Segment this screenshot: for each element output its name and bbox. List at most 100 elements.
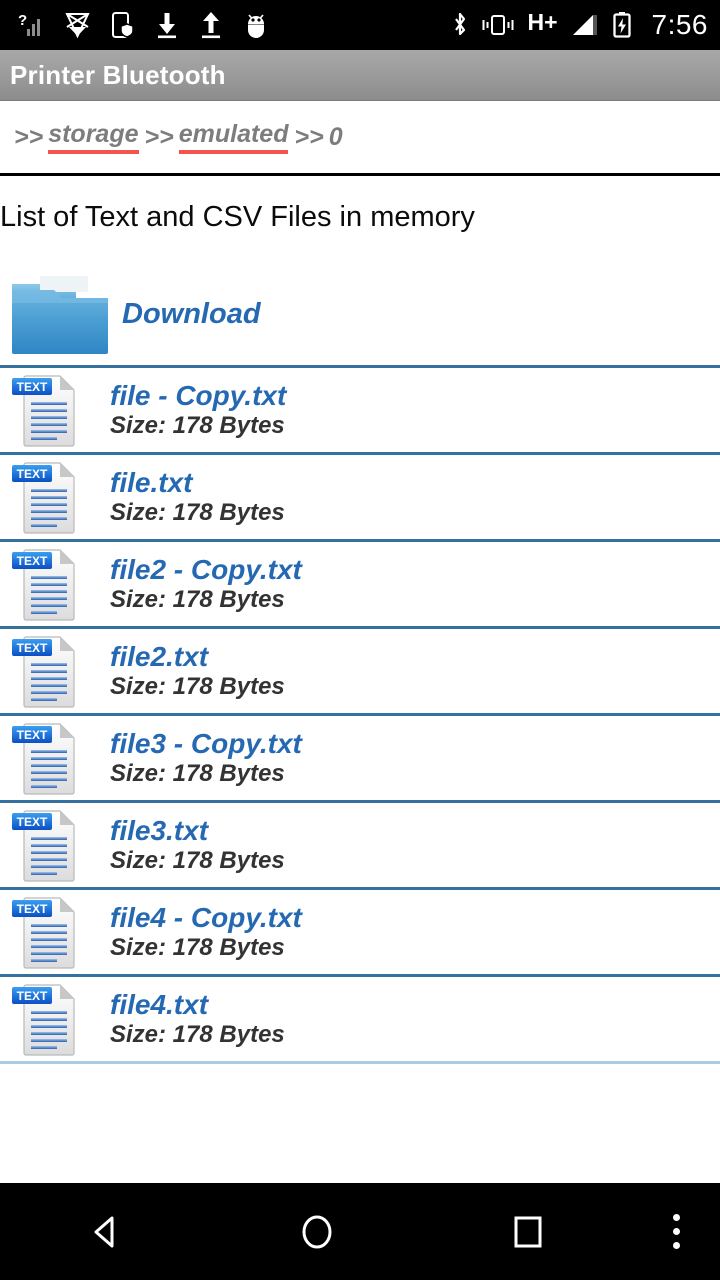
- recents-button[interactable]: [423, 1210, 634, 1254]
- file-name: file2 - Copy.txt: [110, 553, 302, 585]
- no-sim-icon: [65, 13, 90, 39]
- svg-text:TEXT: TEXT: [17, 467, 48, 481]
- overflow-dot: [673, 1242, 681, 1249]
- file-row-text: file3.txt Size: 178 Bytes: [110, 815, 285, 875]
- file-size: Size: 178 Bytes: [110, 412, 285, 440]
- list-item[interactable]: TEXT file3.txt Size: 178 Bytes: [0, 803, 720, 890]
- list-item[interactable]: TEXT file2.txt Size: 178 Bytes: [0, 629, 720, 716]
- text-file-icon: TEXT: [12, 723, 75, 795]
- signal-bars-icon: [572, 15, 597, 35]
- list-item[interactable]: TEXT file3 - Copy.txt Size: 178 Bytes: [0, 716, 720, 803]
- folder-icon: [12, 275, 108, 354]
- battery-charging-icon: [612, 12, 631, 38]
- file-size: Size: 178 Bytes: [110, 1021, 285, 1049]
- text-file-icon: TEXT: [12, 636, 75, 708]
- file-name: file4 - Copy.txt: [110, 901, 302, 933]
- status-bar-left-icons: ?: [18, 11, 451, 39]
- file-size: Size: 178 Bytes: [110, 847, 285, 875]
- file-list: Download TEXT file - Copy.txt Size: 178 …: [0, 264, 720, 1064]
- overflow-dot: [673, 1228, 681, 1235]
- text-file-icon-wrap: TEXT: [10, 720, 110, 796]
- overflow-menu-button[interactable]: [634, 1214, 720, 1249]
- svg-text:TEXT: TEXT: [17, 902, 48, 916]
- breadcrumb: >> storage >> emulated >> 0: [0, 102, 720, 176]
- folder-name: Download: [122, 298, 261, 330]
- action-bar: Printer Bluetooth: [0, 50, 720, 101]
- list-empty-space: [0, 1068, 720, 1183]
- text-file-icon: TEXT: [12, 549, 75, 621]
- list-item[interactable]: TEXT file - Copy.txt Size: 178 Bytes: [0, 368, 720, 455]
- text-file-icon-wrap: TEXT: [10, 372, 110, 448]
- text-file-icon: TEXT: [12, 462, 75, 534]
- bluetooth-icon: [455, 12, 466, 36]
- text-file-icon: TEXT: [12, 984, 75, 1056]
- breadcrumb-separator: >>: [294, 123, 324, 151]
- app-title: Printer Bluetooth: [10, 59, 226, 90]
- breadcrumb-separator: >>: [14, 123, 44, 151]
- page-title: List of Text and CSV Files in memory: [0, 200, 475, 233]
- status-bar-right-icons: H+ 7:56: [451, 8, 708, 40]
- file-row-text: file.txt Size: 178 Bytes: [110, 467, 285, 527]
- overflow-dot: [673, 1214, 681, 1221]
- folder-icon-wrap: [10, 274, 122, 356]
- file-row-text: file - Copy.txt Size: 178 Bytes: [110, 380, 286, 440]
- clock-label: 7:56: [651, 9, 708, 40]
- network-type-label: H+: [527, 8, 558, 35]
- home-button[interactable]: [211, 1210, 422, 1254]
- file-size: Size: 178 Bytes: [110, 760, 285, 788]
- file-size: Size: 178 Bytes: [110, 934, 285, 962]
- list-item[interactable]: TEXT file2 - Copy.txt Size: 178 Bytes: [0, 542, 720, 629]
- svg-text:TEXT: TEXT: [17, 989, 48, 1003]
- text-file-icon-wrap: TEXT: [10, 807, 110, 883]
- text-file-icon-wrap: TEXT: [10, 981, 110, 1057]
- text-file-icon-wrap: TEXT: [10, 546, 110, 622]
- back-button[interactable]: [0, 1210, 211, 1254]
- file-name: file4.txt: [110, 988, 209, 1020]
- file-row-text: file2 - Copy.txt Size: 178 Bytes: [110, 554, 302, 614]
- phone-shield-icon: [112, 12, 134, 38]
- status-bar: ? H+ 7:56: [0, 0, 720, 50]
- file-size: Size: 178 Bytes: [110, 586, 285, 614]
- download-icon: [158, 13, 176, 39]
- text-file-icon: TEXT: [12, 810, 75, 882]
- file-size: Size: 178 Bytes: [110, 673, 285, 701]
- text-file-icon-wrap: TEXT: [10, 633, 110, 709]
- file-row-text: file4 - Copy.txt Size: 178 Bytes: [110, 902, 302, 962]
- breadcrumb-item-storage[interactable]: storage: [48, 121, 139, 154]
- list-item-folder[interactable]: Download: [0, 264, 720, 368]
- back-triangle-icon: [94, 1216, 114, 1247]
- text-file-icon: TEXT: [12, 897, 75, 969]
- svg-text:TEXT: TEXT: [17, 815, 48, 829]
- navigation-bar: [0, 1183, 720, 1280]
- svg-text:TEXT: TEXT: [17, 554, 48, 568]
- android-debug-icon: [248, 14, 264, 38]
- svg-text:TEXT: TEXT: [17, 380, 48, 394]
- file-name: file3 - Copy.txt: [110, 727, 302, 759]
- breadcrumb-item-current: 0: [328, 123, 343, 151]
- file-name: file2.txt: [110, 640, 209, 672]
- file-name: file - Copy.txt: [110, 379, 287, 411]
- breadcrumb-item-emulated[interactable]: emulated: [178, 121, 289, 154]
- svg-text:?: ?: [18, 12, 27, 29]
- list-item[interactable]: TEXT file.txt Size: 178 Bytes: [0, 455, 720, 542]
- recents-square-icon: [514, 1216, 542, 1247]
- vibrate-icon: [482, 15, 514, 35]
- upload-icon: [202, 12, 220, 39]
- file-row-text: file3 - Copy.txt Size: 178 Bytes: [110, 728, 302, 788]
- text-file-icon: TEXT: [12, 375, 75, 447]
- list-item[interactable]: TEXT file4 - Copy.txt Size: 178 Bytes: [0, 890, 720, 977]
- file-row-text: file2.txt Size: 178 Bytes: [110, 641, 285, 701]
- file-row-text: file4.txt Size: 178 Bytes: [110, 989, 285, 1049]
- list-item[interactable]: TEXT file4.txt Size: 178 Bytes: [0, 977, 720, 1064]
- text-file-icon-wrap: TEXT: [10, 894, 110, 970]
- file-name: file.txt: [110, 466, 193, 498]
- home-circle-icon: [302, 1215, 332, 1248]
- app-screen: ? H+ 7:56 Printer Bluetooth >> storage >…: [0, 0, 720, 1280]
- text-file-icon-wrap: TEXT: [10, 459, 110, 535]
- file-name: file3.txt: [110, 814, 209, 846]
- breadcrumb-separator: >>: [144, 123, 174, 151]
- signal-unknown-icon: ?: [18, 12, 40, 36]
- folder-row-text: Download: [122, 298, 261, 331]
- svg-text:TEXT: TEXT: [17, 641, 48, 655]
- file-size: Size: 178 Bytes: [110, 499, 285, 527]
